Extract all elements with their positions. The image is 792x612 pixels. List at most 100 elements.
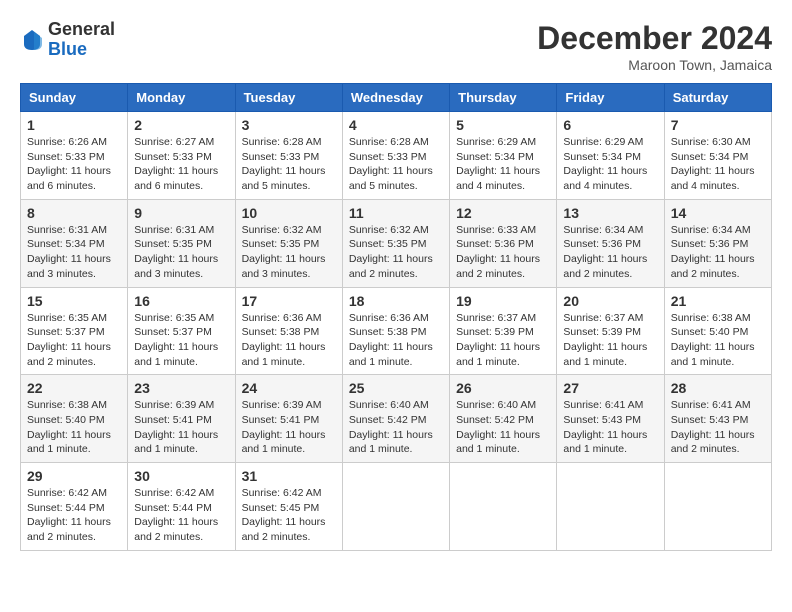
day-number: 19	[456, 293, 550, 309]
week-row-4: 29 Sunrise: 6:42 AMSunset: 5:44 PMDaylig…	[21, 463, 772, 551]
day-cell	[557, 463, 664, 551]
day-cell: 12 Sunrise: 6:33 AMSunset: 5:36 PMDaylig…	[450, 199, 557, 287]
day-number: 13	[563, 205, 657, 221]
day-number: 12	[456, 205, 550, 221]
day-info: Sunrise: 6:38 AMSunset: 5:40 PMDaylight:…	[671, 312, 755, 368]
day-info: Sunrise: 6:40 AMSunset: 5:42 PMDaylight:…	[349, 399, 433, 455]
day-cell: 7 Sunrise: 6:30 AMSunset: 5:34 PMDayligh…	[664, 112, 771, 200]
day-cell: 27 Sunrise: 6:41 AMSunset: 5:43 PMDaylig…	[557, 375, 664, 463]
day-cell: 24 Sunrise: 6:39 AMSunset: 5:41 PMDaylig…	[235, 375, 342, 463]
logo-general: General	[48, 20, 115, 40]
logo-blue: Blue	[48, 40, 115, 60]
day-number: 17	[242, 293, 336, 309]
day-info: Sunrise: 6:29 AMSunset: 5:34 PMDaylight:…	[563, 136, 647, 192]
day-cell: 18 Sunrise: 6:36 AMSunset: 5:38 PMDaylig…	[342, 287, 449, 375]
header-thursday: Thursday	[450, 84, 557, 112]
day-info: Sunrise: 6:32 AMSunset: 5:35 PMDaylight:…	[242, 224, 326, 280]
day-info: Sunrise: 6:38 AMSunset: 5:40 PMDaylight:…	[27, 399, 111, 455]
day-number: 20	[563, 293, 657, 309]
day-number: 22	[27, 380, 121, 396]
day-number: 27	[563, 380, 657, 396]
day-cell: 30 Sunrise: 6:42 AMSunset: 5:44 PMDaylig…	[128, 463, 235, 551]
day-cell: 28 Sunrise: 6:41 AMSunset: 5:43 PMDaylig…	[664, 375, 771, 463]
day-number: 23	[134, 380, 228, 396]
day-cell: 10 Sunrise: 6:32 AMSunset: 5:35 PMDaylig…	[235, 199, 342, 287]
day-number: 10	[242, 205, 336, 221]
title-block: December 2024 Maroon Town, Jamaica	[537, 20, 772, 73]
day-info: Sunrise: 6:39 AMSunset: 5:41 PMDaylight:…	[242, 399, 326, 455]
header-row: SundayMondayTuesdayWednesdayThursdayFrid…	[21, 84, 772, 112]
day-cell: 6 Sunrise: 6:29 AMSunset: 5:34 PMDayligh…	[557, 112, 664, 200]
day-cell	[450, 463, 557, 551]
day-info: Sunrise: 6:30 AMSunset: 5:34 PMDaylight:…	[671, 136, 755, 192]
day-info: Sunrise: 6:33 AMSunset: 5:36 PMDaylight:…	[456, 224, 540, 280]
day-number: 4	[349, 117, 443, 133]
week-row-0: 1 Sunrise: 6:26 AMSunset: 5:33 PMDayligh…	[21, 112, 772, 200]
day-number: 18	[349, 293, 443, 309]
day-number: 11	[349, 205, 443, 221]
day-cell: 16 Sunrise: 6:35 AMSunset: 5:37 PMDaylig…	[128, 287, 235, 375]
header-friday: Friday	[557, 84, 664, 112]
day-info: Sunrise: 6:34 AMSunset: 5:36 PMDaylight:…	[563, 224, 647, 280]
day-cell: 3 Sunrise: 6:28 AMSunset: 5:33 PMDayligh…	[235, 112, 342, 200]
day-number: 30	[134, 468, 228, 484]
calendar-header: SundayMondayTuesdayWednesdayThursdayFrid…	[21, 84, 772, 112]
day-number: 5	[456, 117, 550, 133]
day-info: Sunrise: 6:41 AMSunset: 5:43 PMDaylight:…	[671, 399, 755, 455]
logo: General Blue	[20, 20, 115, 60]
day-cell: 15 Sunrise: 6:35 AMSunset: 5:37 PMDaylig…	[21, 287, 128, 375]
day-number: 8	[27, 205, 121, 221]
day-number: 2	[134, 117, 228, 133]
day-number: 24	[242, 380, 336, 396]
day-cell: 8 Sunrise: 6:31 AMSunset: 5:34 PMDayligh…	[21, 199, 128, 287]
logo-text: General Blue	[48, 20, 115, 60]
day-info: Sunrise: 6:34 AMSunset: 5:36 PMDaylight:…	[671, 224, 755, 280]
day-cell: 22 Sunrise: 6:38 AMSunset: 5:40 PMDaylig…	[21, 375, 128, 463]
day-info: Sunrise: 6:26 AMSunset: 5:33 PMDaylight:…	[27, 136, 111, 192]
calendar-body: 1 Sunrise: 6:26 AMSunset: 5:33 PMDayligh…	[21, 112, 772, 551]
day-info: Sunrise: 6:37 AMSunset: 5:39 PMDaylight:…	[563, 312, 647, 368]
day-cell	[664, 463, 771, 551]
day-cell: 17 Sunrise: 6:36 AMSunset: 5:38 PMDaylig…	[235, 287, 342, 375]
day-number: 14	[671, 205, 765, 221]
day-cell	[342, 463, 449, 551]
location: Maroon Town, Jamaica	[537, 57, 772, 73]
day-info: Sunrise: 6:42 AMSunset: 5:44 PMDaylight:…	[134, 487, 218, 543]
month-title: December 2024	[537, 20, 772, 57]
day-number: 29	[27, 468, 121, 484]
page-header: General Blue December 2024 Maroon Town, …	[20, 20, 772, 73]
header-tuesday: Tuesday	[235, 84, 342, 112]
day-info: Sunrise: 6:36 AMSunset: 5:38 PMDaylight:…	[349, 312, 433, 368]
day-number: 16	[134, 293, 228, 309]
day-info: Sunrise: 6:28 AMSunset: 5:33 PMDaylight:…	[349, 136, 433, 192]
day-number: 25	[349, 380, 443, 396]
header-saturday: Saturday	[664, 84, 771, 112]
day-number: 15	[27, 293, 121, 309]
day-info: Sunrise: 6:27 AMSunset: 5:33 PMDaylight:…	[134, 136, 218, 192]
header-sunday: Sunday	[21, 84, 128, 112]
day-cell: 13 Sunrise: 6:34 AMSunset: 5:36 PMDaylig…	[557, 199, 664, 287]
header-wednesday: Wednesday	[342, 84, 449, 112]
day-info: Sunrise: 6:29 AMSunset: 5:34 PMDaylight:…	[456, 136, 540, 192]
day-cell: 26 Sunrise: 6:40 AMSunset: 5:42 PMDaylig…	[450, 375, 557, 463]
day-cell: 1 Sunrise: 6:26 AMSunset: 5:33 PMDayligh…	[21, 112, 128, 200]
day-number: 28	[671, 380, 765, 396]
day-cell: 23 Sunrise: 6:39 AMSunset: 5:41 PMDaylig…	[128, 375, 235, 463]
day-number: 3	[242, 117, 336, 133]
day-info: Sunrise: 6:28 AMSunset: 5:33 PMDaylight:…	[242, 136, 326, 192]
day-info: Sunrise: 6:35 AMSunset: 5:37 PMDaylight:…	[134, 312, 218, 368]
day-info: Sunrise: 6:40 AMSunset: 5:42 PMDaylight:…	[456, 399, 540, 455]
day-cell: 25 Sunrise: 6:40 AMSunset: 5:42 PMDaylig…	[342, 375, 449, 463]
day-number: 26	[456, 380, 550, 396]
day-number: 9	[134, 205, 228, 221]
day-cell: 14 Sunrise: 6:34 AMSunset: 5:36 PMDaylig…	[664, 199, 771, 287]
day-number: 6	[563, 117, 657, 133]
day-info: Sunrise: 6:42 AMSunset: 5:44 PMDaylight:…	[27, 487, 111, 543]
week-row-1: 8 Sunrise: 6:31 AMSunset: 5:34 PMDayligh…	[21, 199, 772, 287]
day-info: Sunrise: 6:32 AMSunset: 5:35 PMDaylight:…	[349, 224, 433, 280]
day-info: Sunrise: 6:35 AMSunset: 5:37 PMDaylight:…	[27, 312, 111, 368]
day-info: Sunrise: 6:41 AMSunset: 5:43 PMDaylight:…	[563, 399, 647, 455]
week-row-3: 22 Sunrise: 6:38 AMSunset: 5:40 PMDaylig…	[21, 375, 772, 463]
logo-icon	[20, 28, 44, 52]
day-cell: 20 Sunrise: 6:37 AMSunset: 5:39 PMDaylig…	[557, 287, 664, 375]
